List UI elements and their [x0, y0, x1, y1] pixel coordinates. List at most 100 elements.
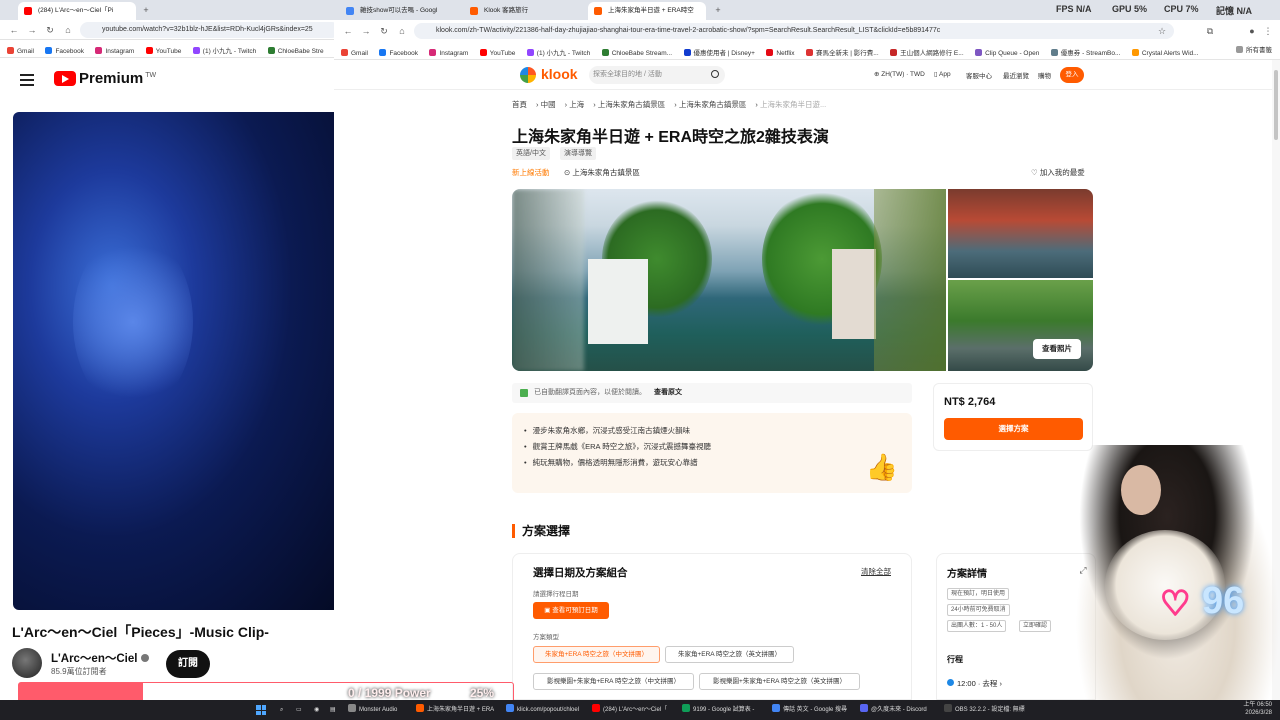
- system-clock[interactable]: 上午 06:50 2026/3/28: [1243, 701, 1272, 717]
- tab-youtube[interactable]: (284) L'Arc～en～Ciel「Pi: [18, 2, 136, 20]
- chrome-icon[interactable]: ◉: [314, 704, 319, 716]
- klook-search-input[interactable]: 探索全球目的地 / 活動: [589, 66, 725, 84]
- youtube-logo-icon[interactable]: [54, 71, 76, 86]
- bookmark-item[interactable]: Netflix: [766, 45, 794, 59]
- thumbnail-photo[interactable]: [948, 189, 1093, 278]
- plan-option[interactable]: 朱家角+ERA 時空之旅（中文拼團）: [533, 646, 660, 663]
- tab-klook-home[interactable]: Klook 客路旅行: [464, 2, 582, 20]
- gpu-stat: GPU 5%: [1112, 4, 1148, 14]
- new-tab-icon[interactable]: +: [140, 4, 152, 16]
- cart-link[interactable]: 購物: [1038, 70, 1051, 80]
- home-icon[interactable]: ⌂: [62, 24, 74, 36]
- breadcrumb-item[interactable]: 中國: [541, 100, 556, 109]
- klook-favicon-icon: [470, 7, 478, 15]
- youtube-header: Premium TW: [0, 58, 334, 102]
- location-link[interactable]: ⊙ 上海朱家角古鎮景區: [564, 167, 640, 178]
- start-menu-icon[interactable]: [256, 705, 266, 715]
- fps-stat: FPS N/A: [1056, 4, 1092, 14]
- bookmark-item[interactable]: YouTube: [479, 45, 515, 59]
- view-photos-button[interactable]: 查看照片: [1033, 339, 1081, 359]
- more-options-icon[interactable]: ⋮: [1262, 25, 1274, 37]
- breadcrumb-item[interactable]: 首頁: [512, 100, 527, 109]
- language-currency-selector[interactable]: ⊕ ZH(TW) · TWD: [874, 70, 925, 78]
- plan-option[interactable]: 影視樂園+朱家角+ERA 時空之旅（英文拼團）: [699, 673, 860, 690]
- clear-all-button[interactable]: 清除全部: [861, 566, 891, 577]
- channel-name[interactable]: L'Arc～en～Ciel: [51, 650, 150, 666]
- bookmark-item[interactable]: Gmail: [7, 43, 34, 57]
- menu-icon[interactable]: [20, 74, 34, 86]
- webcam-overlay: [1075, 445, 1280, 700]
- forward-icon[interactable]: →: [360, 25, 372, 37]
- taskbar-item[interactable]: (284) L'Arc～en～Ciel「: [592, 704, 667, 716]
- itinerary-item[interactable]: 12:00 · 去程 ›: [957, 678, 1002, 689]
- bookmark-item[interactable]: ChloeBabe Stre: [267, 43, 324, 57]
- all-bookmarks[interactable]: 所有書籤: [1236, 42, 1272, 59]
- taskbar-item[interactable]: 9199 - Google 試算表 -: [682, 704, 754, 716]
- bookmark-item[interactable]: 王山個人網路修行 E...: [890, 45, 964, 59]
- bookmark-item[interactable]: Clip Queue - Open: [975, 45, 1039, 59]
- reload-icon[interactable]: ↻: [44, 24, 56, 36]
- help-center-link[interactable]: 客服中心: [966, 70, 992, 80]
- view-original-link[interactable]: 查看原文: [654, 389, 682, 396]
- profile-icon[interactable]: ●: [1246, 25, 1258, 37]
- taskbar-item[interactable]: Monster Audio: [348, 704, 397, 716]
- details-tag: 立即確認: [1019, 620, 1052, 632]
- files-icon[interactable]: ▤: [330, 704, 336, 716]
- bookmark-item[interactable]: Instagram: [95, 43, 134, 57]
- taskbar-item[interactable]: @久度未來 - Discord: [860, 704, 927, 716]
- tab-google[interactable]: 雜技show可以去嗎 - Googl: [340, 2, 458, 20]
- bookmark-item[interactable]: (1) 小九九 - Twitch: [192, 43, 256, 57]
- bookmark-item[interactable]: Facebook: [45, 43, 84, 57]
- back-icon[interactable]: ←: [8, 24, 20, 36]
- youtube-window: (284) L'Arc～en～Ciel「Pi + ← → ↻ ⌂ youtube…: [0, 0, 334, 700]
- bookmark-item[interactable]: (1) 小九九 - Twitch: [526, 45, 590, 59]
- search-icon[interactable]: ⌕: [280, 704, 283, 716]
- details-tag: 現在預訂，明日使用: [947, 588, 1010, 600]
- taskbar-item[interactable]: 傳話 英文 - Google 搜尋: [772, 704, 847, 716]
- bookmark-item[interactable]: ChloeBabe Stream...: [601, 45, 672, 59]
- bookmark-star-icon[interactable]: ☆: [1156, 25, 1168, 37]
- select-plan-button[interactable]: 選擇方案: [944, 418, 1083, 440]
- bookmark-item[interactable]: 賽馬全新未 | 影行費...: [805, 45, 879, 59]
- bookmark-item[interactable]: Gmail: [341, 45, 368, 59]
- bookmark-item[interactable]: Instagram: [429, 45, 468, 59]
- bookmark-item[interactable]: YouTube: [145, 43, 181, 57]
- task-view-icon[interactable]: ▭: [296, 704, 302, 716]
- new-tab-icon[interactable]: +: [712, 4, 724, 16]
- home-icon[interactable]: ⌂: [396, 25, 408, 37]
- breadcrumb-item[interactable]: 上海朱家角古鎮景區: [679, 100, 747, 109]
- wishlist-button[interactable]: ♡ 加入我的最愛: [1031, 167, 1085, 178]
- back-icon[interactable]: ←: [342, 25, 354, 37]
- bookmark-item[interactable]: Crystal Alerts Wid...: [1131, 45, 1199, 59]
- taskbar-item[interactable]: OBS 32.2.2 - 設定檔: 無標: [944, 704, 1025, 716]
- recently-viewed-link[interactable]: 最近瀏覽: [1003, 70, 1029, 80]
- url-input[interactable]: klook.com/zh-TW/activity/221386-half-day…: [414, 23, 1174, 39]
- date-label: 請選擇行程日期: [533, 591, 579, 598]
- subscribe-button[interactable]: 訂閱: [166, 650, 210, 678]
- url-input[interactable]: youtube.com/watch?v=32b1blz-hJE&list=RDh…: [80, 22, 334, 38]
- bookmark-item[interactable]: Facebook: [379, 45, 418, 59]
- breadcrumb-item[interactable]: 上海朱家角古鎮景區: [598, 100, 666, 109]
- check-dates-button[interactable]: ▣ 查看可預訂日期: [533, 602, 609, 619]
- app-link[interactable]: ▯ App: [934, 70, 951, 78]
- video-player[interactable]: [13, 112, 334, 610]
- bookmark-item[interactable]: 優惠券 - StreamBo...: [1050, 45, 1120, 59]
- plan-option[interactable]: 影視樂園+朱家角+ERA 時空之旅（中文拼團）: [533, 673, 694, 690]
- breadcrumb-item[interactable]: 上海: [569, 100, 584, 109]
- klook-logo-icon[interactable]: [520, 67, 536, 83]
- taskbar-item[interactable]: 上海朱家角半日遊 + ERA: [416, 704, 494, 716]
- extensions-icon[interactable]: ⧉: [1204, 25, 1216, 37]
- taskbar-item[interactable]: klick.com/popout/chloel: [506, 704, 579, 716]
- plan-option[interactable]: 朱家角+ERA 時空之旅（英文拼團）: [665, 646, 794, 663]
- bookmark-item[interactable]: 優惠使用者 | Disney+: [683, 45, 755, 59]
- login-button[interactable]: 登入: [1060, 67, 1084, 83]
- klook-logo-text[interactable]: klook: [541, 66, 578, 82]
- photo-gallery[interactable]: 查看照片: [512, 189, 1093, 371]
- forward-icon[interactable]: →: [26, 24, 38, 36]
- tab-klook-activity[interactable]: 上海朱家角半日遊 + ERA時空: [588, 2, 706, 20]
- search-icon[interactable]: [711, 70, 719, 78]
- channel-avatar[interactable]: [12, 648, 42, 678]
- heart-counter: 96: [1202, 580, 1245, 622]
- main-photo[interactable]: [512, 189, 946, 371]
- reload-icon[interactable]: ↻: [378, 25, 390, 37]
